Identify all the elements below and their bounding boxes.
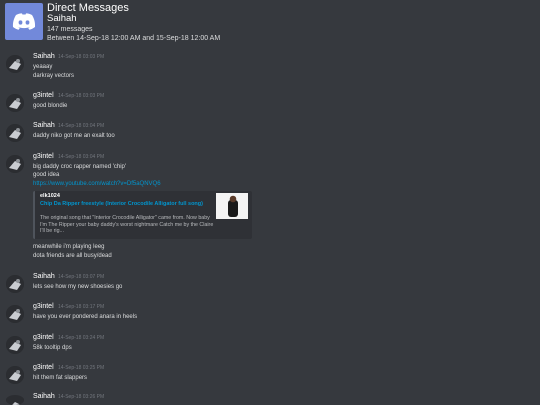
message-count: 147 messages [47, 26, 93, 33]
message-author[interactable]: g3intel [33, 302, 54, 311]
message-timestamp: 14-Sep-18 03:25 PM [58, 365, 105, 371]
message-text: darkray vectors [33, 73, 75, 79]
message-author[interactable]: g3intel [33, 152, 54, 161]
message-author[interactable]: g3intel [33, 363, 54, 372]
message-text: big daddy croc rapper named 'chip' [33, 164, 127, 170]
message-timestamp: 14-Sep-18 03:24 PM [58, 335, 105, 341]
embed-author[interactable]: elk1024 [40, 193, 60, 199]
message-timestamp: 14-Sep-18 03:04 PM [58, 154, 105, 160]
date-range: Between 14-Sep-18 12:00 AM and 15-Sep-18… [47, 35, 221, 42]
message-author[interactable]: g3intel [33, 333, 54, 342]
avatar[interactable] [6, 366, 24, 384]
message-author[interactable]: g3intel [33, 91, 54, 100]
message-author[interactable]: Saihah [33, 121, 55, 130]
message-author[interactable]: Saihah [33, 392, 55, 401]
message-author[interactable]: Saihah [33, 272, 55, 281]
message-text: yeaaay [33, 64, 53, 70]
message-text: 58k tooltip dps [33, 345, 72, 351]
embed-title[interactable]: Chip Da Ripper freestyle (Interior Croco… [40, 201, 205, 208]
message-text: meanwhile i'm playing leeg [33, 244, 105, 250]
message-timestamp: 14-Sep-18 03:07 PM [58, 274, 105, 280]
avatar[interactable] [6, 94, 24, 112]
discord-logo-icon [5, 3, 43, 40]
avatar[interactable] [6, 395, 24, 405]
embed-thumbnail[interactable] [216, 193, 248, 219]
channel-name: Saihah [47, 13, 77, 24]
message-text: daddy niko got me an exalt too [33, 133, 115, 139]
message-text: dota friends are all busy/dead [33, 253, 112, 259]
avatar[interactable] [6, 305, 24, 323]
message-timestamp: 14-Sep-18 03:26 PM [58, 394, 105, 400]
message-text: lets see how my new shoesies go [33, 284, 123, 290]
avatar[interactable] [6, 124, 24, 142]
message-text: hit them fat slappers [33, 375, 88, 381]
channel-header: Direct Messages Saihah 147 messages Betw… [0, 0, 540, 46]
embed-description: The original song that "Interior Crocodi… [40, 215, 214, 234]
message-timestamp: 14-Sep-18 03:17 PM [58, 304, 105, 310]
message-text: good blondie [33, 103, 68, 109]
link-embed[interactable]: elk1024 Chip Da Ripper freestyle (Interi… [33, 191, 252, 239]
message-timestamp: 14-Sep-18 03:04 PM [58, 123, 105, 129]
message-text: have you ever pondered anara in heels [33, 314, 138, 320]
message-timestamp: 14-Sep-18 03:03 PM [58, 93, 105, 99]
avatar[interactable] [6, 55, 24, 73]
message-author[interactable]: Saihah [33, 52, 55, 61]
avatar[interactable] [6, 275, 24, 293]
message-link[interactable]: https://www.youtube.com/watch?v=Df5aQNVQ… [33, 180, 161, 188]
avatar[interactable] [6, 155, 24, 173]
message-timestamp: 14-Sep-18 03:03 PM [58, 54, 105, 60]
avatar[interactable] [6, 336, 24, 354]
message-text: good idea [33, 172, 60, 178]
